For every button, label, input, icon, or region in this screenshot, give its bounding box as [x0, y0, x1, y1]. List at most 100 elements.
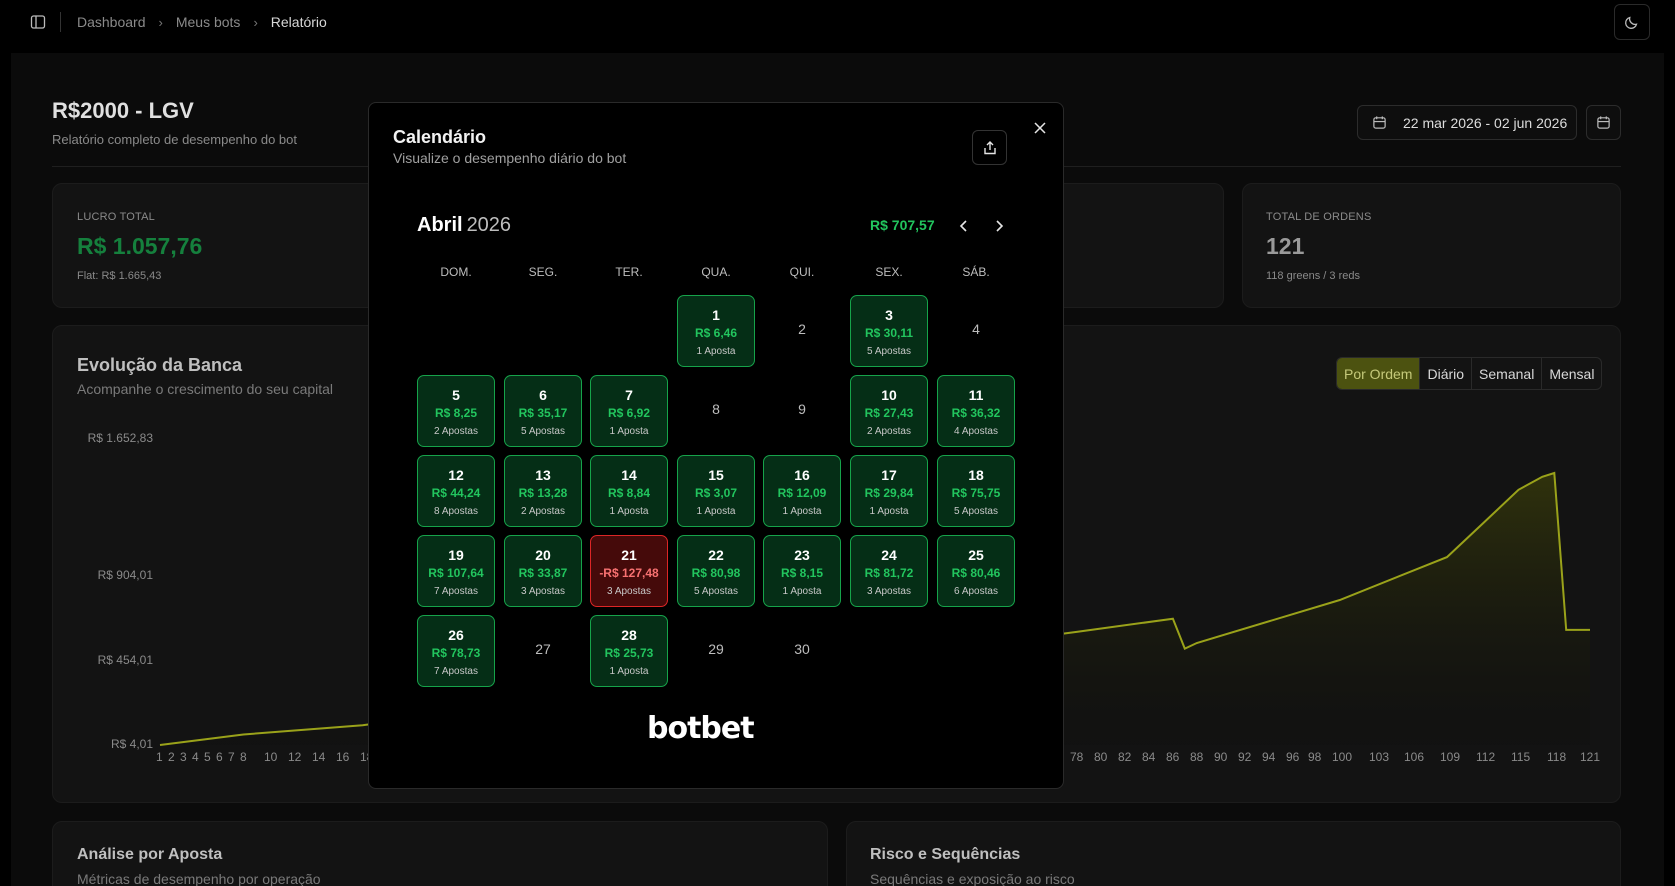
calendar-day[interactable]: 29	[677, 615, 755, 687]
x-tick-label: 82	[1118, 750, 1132, 764]
calendar-day[interactable]: 2	[763, 295, 841, 367]
day-number: 21	[621, 547, 637, 563]
day-bet-count: 1 Aposta	[782, 586, 822, 597]
calendar-day[interactable]: 6 R$ 35,17 5 Apostas	[504, 375, 582, 447]
weekday-label: SEX.	[875, 265, 903, 279]
risk-card: Risco e Sequências Sequências e exposiçã…	[846, 821, 1621, 886]
share-button[interactable]	[972, 130, 1007, 165]
day-profit: R$ 27,43	[864, 406, 914, 420]
calendar-day[interactable]: 15 R$ 3,07 1 Aposta	[677, 455, 755, 527]
weekday-label: SÁB.	[962, 265, 990, 279]
calendar-day[interactable]: 8	[677, 375, 755, 447]
calendar-day[interactable]: 28 R$ 25,73 1 Aposta	[590, 615, 668, 687]
x-tick-label: 2	[168, 750, 175, 764]
day-profit: R$ 81,72	[864, 566, 914, 580]
day-profit: R$ 25,73	[604, 646, 654, 660]
calendar-day[interactable]: 23 R$ 8,15 1 Aposta	[763, 535, 841, 607]
day-bet-count: 1 Aposta	[609, 666, 649, 677]
day-number: 11	[968, 387, 984, 403]
x-tick-label: 92	[1238, 750, 1252, 764]
day-profit: R$ 12,09	[777, 486, 827, 500]
weekday-label: DOM.	[440, 265, 472, 279]
month-name: Abril	[417, 214, 463, 236]
close-icon[interactable]	[1032, 120, 1048, 136]
x-tick-label: 16	[336, 750, 350, 764]
calendar-day[interactable]: 5 R$ 8,25 2 Apostas	[417, 375, 495, 447]
day-profit: R$ 6,92	[607, 406, 651, 420]
day-number: 9	[798, 401, 806, 417]
day-bet-count: 2 Apostas	[867, 426, 911, 437]
modal-title: Calendário	[393, 127, 487, 147]
calendar-day[interactable]: 9	[763, 375, 841, 447]
calendar-day[interactable]: 19 R$ 107,64 7 Apostas	[417, 535, 495, 607]
calendar-day[interactable]: 13 R$ 13,28 2 Apostas	[504, 455, 582, 527]
x-tick-label: 78	[1070, 750, 1084, 764]
day-number: 20	[535, 547, 551, 563]
chevron-right-icon	[996, 220, 1004, 232]
calendar-day[interactable]: 3 R$ 30,11 5 Apostas	[850, 295, 928, 367]
day-bet-count: 3 Apostas	[521, 586, 565, 597]
x-tick-label: 103	[1369, 750, 1390, 764]
calendar-modal: Calendário Visualize o desempenho diário…	[368, 102, 1064, 789]
day-bet-count: 5 Apostas	[954, 506, 998, 517]
calendar-day[interactable]: 22 R$ 80,98 5 Apostas	[677, 535, 755, 607]
prev-month-button[interactable]	[952, 215, 976, 237]
calendar-day[interactable]: 4	[937, 295, 1015, 367]
day-bet-count: 1 Aposta	[609, 426, 649, 437]
day-profit: R$ 3,07	[694, 486, 738, 500]
day-bet-count: 7 Apostas	[434, 666, 478, 677]
day-bet-count: 5 Apostas	[694, 586, 738, 597]
x-tick-label: 100	[1332, 750, 1353, 764]
day-profit: R$ 35,17	[518, 406, 568, 420]
next-month-button[interactable]	[987, 215, 1011, 237]
card-subtitle: Métricas de desempenho por operação	[77, 871, 321, 886]
calendar-day[interactable]: 11 R$ 36,32 4 Apostas	[937, 375, 1015, 447]
x-tick-label: 109	[1440, 750, 1461, 764]
day-number: 15	[708, 467, 724, 483]
day-number: 30	[794, 641, 810, 657]
calendar-day[interactable]: 7 R$ 6,92 1 Aposta	[590, 375, 668, 447]
x-tick-label: 5	[204, 750, 211, 764]
day-number: 27	[535, 641, 551, 657]
day-number: 16	[794, 467, 810, 483]
day-number: 8	[712, 401, 720, 417]
botbet-logo: botbet	[647, 711, 755, 746]
calendar-day[interactable]: 16 R$ 12,09 1 Aposta	[763, 455, 841, 527]
calendar-day[interactable]: 21 -R$ 127,48 3 Apostas	[590, 535, 668, 607]
x-tick-label: 8	[240, 750, 247, 764]
calendar-day[interactable]: 14 R$ 8,84 1 Aposta	[590, 455, 668, 527]
day-profit: R$ 44,24	[431, 486, 481, 500]
calendar-day[interactable]: 12 R$ 44,24 8 Apostas	[417, 455, 495, 527]
day-profit: R$ 13,28	[518, 486, 568, 500]
day-bet-count: 4 Apostas	[954, 426, 998, 437]
day-bet-count: 7 Apostas	[434, 586, 478, 597]
day-bet-count: 6 Apostas	[954, 586, 998, 597]
modal-subtitle: Visualize o desempenho diário do bot	[393, 150, 627, 166]
calendar-day[interactable]: 30	[763, 615, 841, 687]
calendar-day[interactable]: 24 R$ 81,72 3 Apostas	[850, 535, 928, 607]
day-profit: R$ 107,64	[428, 566, 484, 580]
day-number: 13	[535, 467, 551, 483]
calendar-day[interactable]: 20 R$ 33,87 3 Apostas	[504, 535, 582, 607]
calendar-day[interactable]: 10 R$ 27,43 2 Apostas	[850, 375, 928, 447]
day-bet-count: 1 Aposta	[609, 506, 649, 517]
day-bet-count: 5 Apostas	[867, 346, 911, 357]
x-tick-label: 94	[1262, 750, 1276, 764]
day-number: 22	[708, 547, 724, 563]
calendar-day[interactable]: 18 R$ 75,75 5 Apostas	[937, 455, 1015, 527]
day-number: 5	[452, 387, 460, 403]
x-tick-label: 96	[1286, 750, 1300, 764]
day-number: 23	[794, 547, 810, 563]
chevron-left-icon	[959, 220, 967, 232]
calendar-day[interactable]: 26 R$ 78,73 7 Apostas	[417, 615, 495, 687]
day-number: 24	[881, 547, 897, 563]
day-profit: R$ 36,32	[951, 406, 1001, 420]
day-profit: R$ 6,46	[694, 326, 738, 340]
day-number: 6	[539, 387, 547, 403]
calendar-day[interactable]: 1 R$ 6,46 1 Aposta	[677, 295, 755, 367]
calendar-day[interactable]: 25 R$ 80,46 6 Apostas	[937, 535, 1015, 607]
calendar-day[interactable]: 17 R$ 29,84 1 Aposta	[850, 455, 928, 527]
x-tick-label: 90	[1214, 750, 1228, 764]
weekday-label: SEG.	[528, 265, 558, 279]
calendar-day[interactable]: 27	[504, 615, 582, 687]
